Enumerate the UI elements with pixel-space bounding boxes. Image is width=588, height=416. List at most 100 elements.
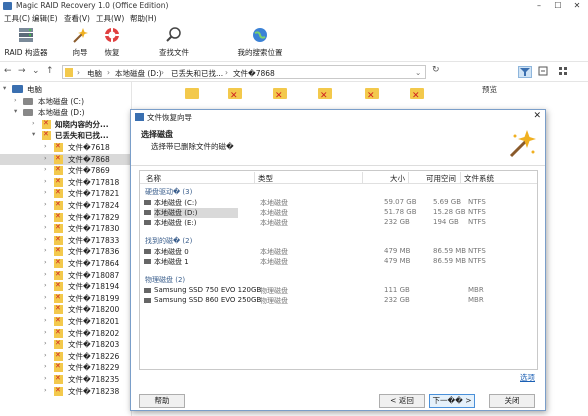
tree-node-file[interactable]: › 文件�718199 bbox=[0, 293, 131, 304]
tree-node-unknown[interactable]: › 知晓内容的分... bbox=[0, 119, 131, 130]
expand-arrow-icon[interactable]: › bbox=[44, 270, 47, 278]
menu-item-help[interactable]: 帮助(H) bbox=[130, 13, 157, 24]
tree-node-file[interactable]: › 文件�717833 bbox=[0, 235, 131, 246]
tree-node-file[interactable]: › 文件�717830 bbox=[0, 223, 131, 234]
tree-node-file[interactable]: › 文件�717821 bbox=[0, 188, 131, 199]
layout-icon[interactable] bbox=[558, 66, 568, 76]
crumb-file[interactable]: 文件�7868 bbox=[233, 68, 275, 79]
tree-node-file[interactable]: › 文件�718235 bbox=[0, 374, 131, 385]
expand-arrow-icon[interactable]: › bbox=[44, 235, 47, 243]
deleted-file-icon[interactable]: ✕ bbox=[365, 86, 381, 102]
menu-item-tools-2[interactable]: 工具(W) bbox=[96, 13, 124, 24]
deleted-file-icon[interactable]: ✕ bbox=[410, 86, 426, 102]
history-dropdown[interactable]: ⌄ bbox=[32, 66, 40, 76]
options-link[interactable]: 选项 bbox=[520, 372, 535, 383]
next-button[interactable]: 下一�� > bbox=[429, 394, 475, 408]
menu-item-tools[interactable]: 工具(C) bbox=[4, 13, 30, 24]
column-header-name[interactable]: 名称 bbox=[146, 173, 161, 184]
tree-node-file[interactable]: › 文件�718200 bbox=[0, 304, 131, 315]
deleted-file-icon[interactable] bbox=[185, 86, 201, 102]
crumb-drive-d[interactable]: 本地磁盘 (D:) bbox=[115, 68, 162, 79]
tree-node-file[interactable]: › 文件�718238 bbox=[0, 386, 131, 397]
tree-node-file[interactable]: › 文件�718229 bbox=[0, 362, 131, 373]
expand-arrow-icon[interactable]: › bbox=[44, 304, 47, 312]
tree-node-file[interactable]: › 文件�717824 bbox=[0, 200, 131, 211]
expand-arrow-icon[interactable]: › bbox=[44, 177, 47, 185]
expand-arrow-icon[interactable]: › bbox=[44, 246, 47, 254]
expand-arrow-icon[interactable]: › bbox=[44, 212, 47, 220]
tree-node-file[interactable]: › 文件�718202 bbox=[0, 328, 131, 339]
disk-row[interactable]: Samsung SSD 750 EVO 120GB 物理磁盘 111 GB MBR bbox=[140, 286, 537, 296]
collapse-arrow-icon[interactable]: ▾ bbox=[14, 107, 17, 115]
crumb-lost[interactable]: 已丢失和已找... bbox=[171, 68, 223, 79]
expand-arrow-icon[interactable]: › bbox=[44, 374, 47, 382]
expand-arrow-icon[interactable]: › bbox=[44, 142, 47, 150]
expand-arrow-icon[interactable]: › bbox=[44, 351, 47, 359]
expand-arrow-icon[interactable]: › bbox=[44, 154, 47, 162]
tree-node-file[interactable]: › 文件�717836 bbox=[0, 246, 131, 257]
tree-node-file[interactable]: › 文件�7618 bbox=[0, 142, 131, 153]
tree-node-file[interactable]: › 文件�718226 bbox=[0, 351, 131, 362]
expand-arrow-icon[interactable]: › bbox=[44, 386, 47, 394]
recover-button[interactable]: 恢复 bbox=[98, 26, 126, 60]
tree-node-file[interactable]: › 文件�717818 bbox=[0, 177, 131, 188]
help-button[interactable]: 帮助 bbox=[139, 394, 185, 408]
expand-arrow-icon[interactable]: › bbox=[14, 96, 17, 104]
address-dropdown-icon[interactable]: ⌄ bbox=[415, 68, 421, 77]
expand-arrow-icon[interactable]: › bbox=[44, 165, 47, 173]
disk-row[interactable]: 本地磁盘 0 本地磁盘 479 MB 86.59 MB NTFS bbox=[140, 247, 537, 257]
crumb-computer[interactable]: 电脑 bbox=[87, 68, 102, 79]
tree-node-file[interactable]: › 文件�718203 bbox=[0, 339, 131, 350]
deleted-file-icon[interactable]: ✕ bbox=[318, 86, 334, 102]
column-header-fs[interactable]: 文件系统 bbox=[464, 173, 494, 184]
filter-button[interactable] bbox=[518, 66, 532, 78]
menu-item-edit[interactable]: 编辑(E) bbox=[32, 13, 58, 24]
tree-node-file[interactable]: › 文件�718194 bbox=[0, 281, 131, 292]
tree-node-computer[interactable]: ▾ 电脑 bbox=[0, 84, 131, 95]
close-button[interactable]: ✕ bbox=[570, 0, 584, 12]
column-header-type[interactable]: 类型 bbox=[258, 173, 273, 184]
disk-row[interactable]: Samsung SSD 860 EVO 250GB 物理磁盘 232 GB MBR bbox=[140, 296, 537, 306]
collapse-arrow-icon[interactable]: ▾ bbox=[32, 130, 35, 138]
collapse-arrow-icon[interactable]: ▾ bbox=[3, 84, 6, 92]
expand-arrow-icon[interactable]: › bbox=[32, 119, 35, 127]
disk-row[interactable]: 本地磁盘 (C:) 本地磁盘 59.07 GB 5.69 GB NTFS bbox=[140, 198, 537, 208]
forward-button[interactable]: → bbox=[18, 66, 26, 76]
raid-builder-button[interactable]: RAID 构造器 bbox=[4, 26, 48, 60]
expand-arrow-icon[interactable]: › bbox=[44, 316, 47, 324]
up-button[interactable]: ↑ bbox=[46, 66, 54, 76]
my-favorites-button[interactable]: 我的搜索位置 bbox=[226, 26, 294, 60]
menu-item-view[interactable]: 查看(V) bbox=[64, 13, 90, 24]
view-options-icon[interactable] bbox=[538, 66, 548, 76]
expand-arrow-icon[interactable]: › bbox=[44, 188, 47, 196]
dialog-close-icon[interactable]: ✕ bbox=[533, 111, 541, 121]
tree-node-file[interactable]: › 文件�718087 bbox=[0, 270, 131, 281]
tree-node-file[interactable]: › 文件�7868 bbox=[0, 153, 131, 165]
disk-row[interactable]: 本地磁盘 (D:) 本地磁盘 51.78 GB 15.28 GB NTFS bbox=[140, 208, 537, 218]
expand-arrow-icon[interactable]: › bbox=[44, 339, 47, 347]
deleted-file-icon[interactable]: ✕ bbox=[228, 86, 244, 102]
dialog-close-button[interactable]: 关闭 bbox=[489, 394, 535, 408]
expand-arrow-icon[interactable]: › bbox=[44, 258, 47, 266]
column-header-size[interactable]: 大小 bbox=[390, 173, 405, 184]
tree-node-file[interactable]: › 文件�7869 bbox=[0, 165, 131, 176]
disk-row[interactable]: 本地磁盘 (E:) 本地磁盘 232 GB 194 GB NTFS bbox=[140, 218, 537, 228]
back-button[interactable]: < 返回 bbox=[379, 394, 425, 408]
address-bar[interactable]: › 电脑 › 本地磁盘 (D:) › 已丢失和已找... › 文件�7868 ⌄ bbox=[62, 65, 426, 79]
tree-node-file[interactable]: › 文件�717829 bbox=[0, 212, 131, 223]
tree-node-file[interactable]: › 文件�718201 bbox=[0, 316, 131, 327]
minimize-button[interactable]: – bbox=[532, 0, 546, 12]
column-header-free[interactable]: 可用空间 bbox=[426, 173, 456, 184]
expand-arrow-icon[interactable]: › bbox=[44, 328, 47, 336]
maximize-button[interactable]: ☐ bbox=[551, 0, 565, 12]
tree-node-lost[interactable]: ▾ 已丢失和已找... bbox=[0, 130, 131, 141]
expand-arrow-icon[interactable]: › bbox=[44, 293, 47, 301]
tree-node-drive-c[interactable]: › 本地磁盘 (C:) bbox=[0, 96, 131, 107]
deleted-file-icon[interactable]: ✕ bbox=[273, 86, 289, 102]
tree-node-drive-d[interactable]: ▾ 本地磁盘 (D:) bbox=[0, 107, 131, 118]
expand-arrow-icon[interactable]: › bbox=[44, 362, 47, 370]
disk-row[interactable]: 本地磁盘 1 本地磁盘 479 MB 86.59 MB NTFS bbox=[140, 257, 537, 267]
back-button[interactable]: ← bbox=[4, 66, 12, 76]
expand-arrow-icon[interactable]: › bbox=[44, 223, 47, 231]
expand-arrow-icon[interactable]: › bbox=[44, 200, 47, 208]
